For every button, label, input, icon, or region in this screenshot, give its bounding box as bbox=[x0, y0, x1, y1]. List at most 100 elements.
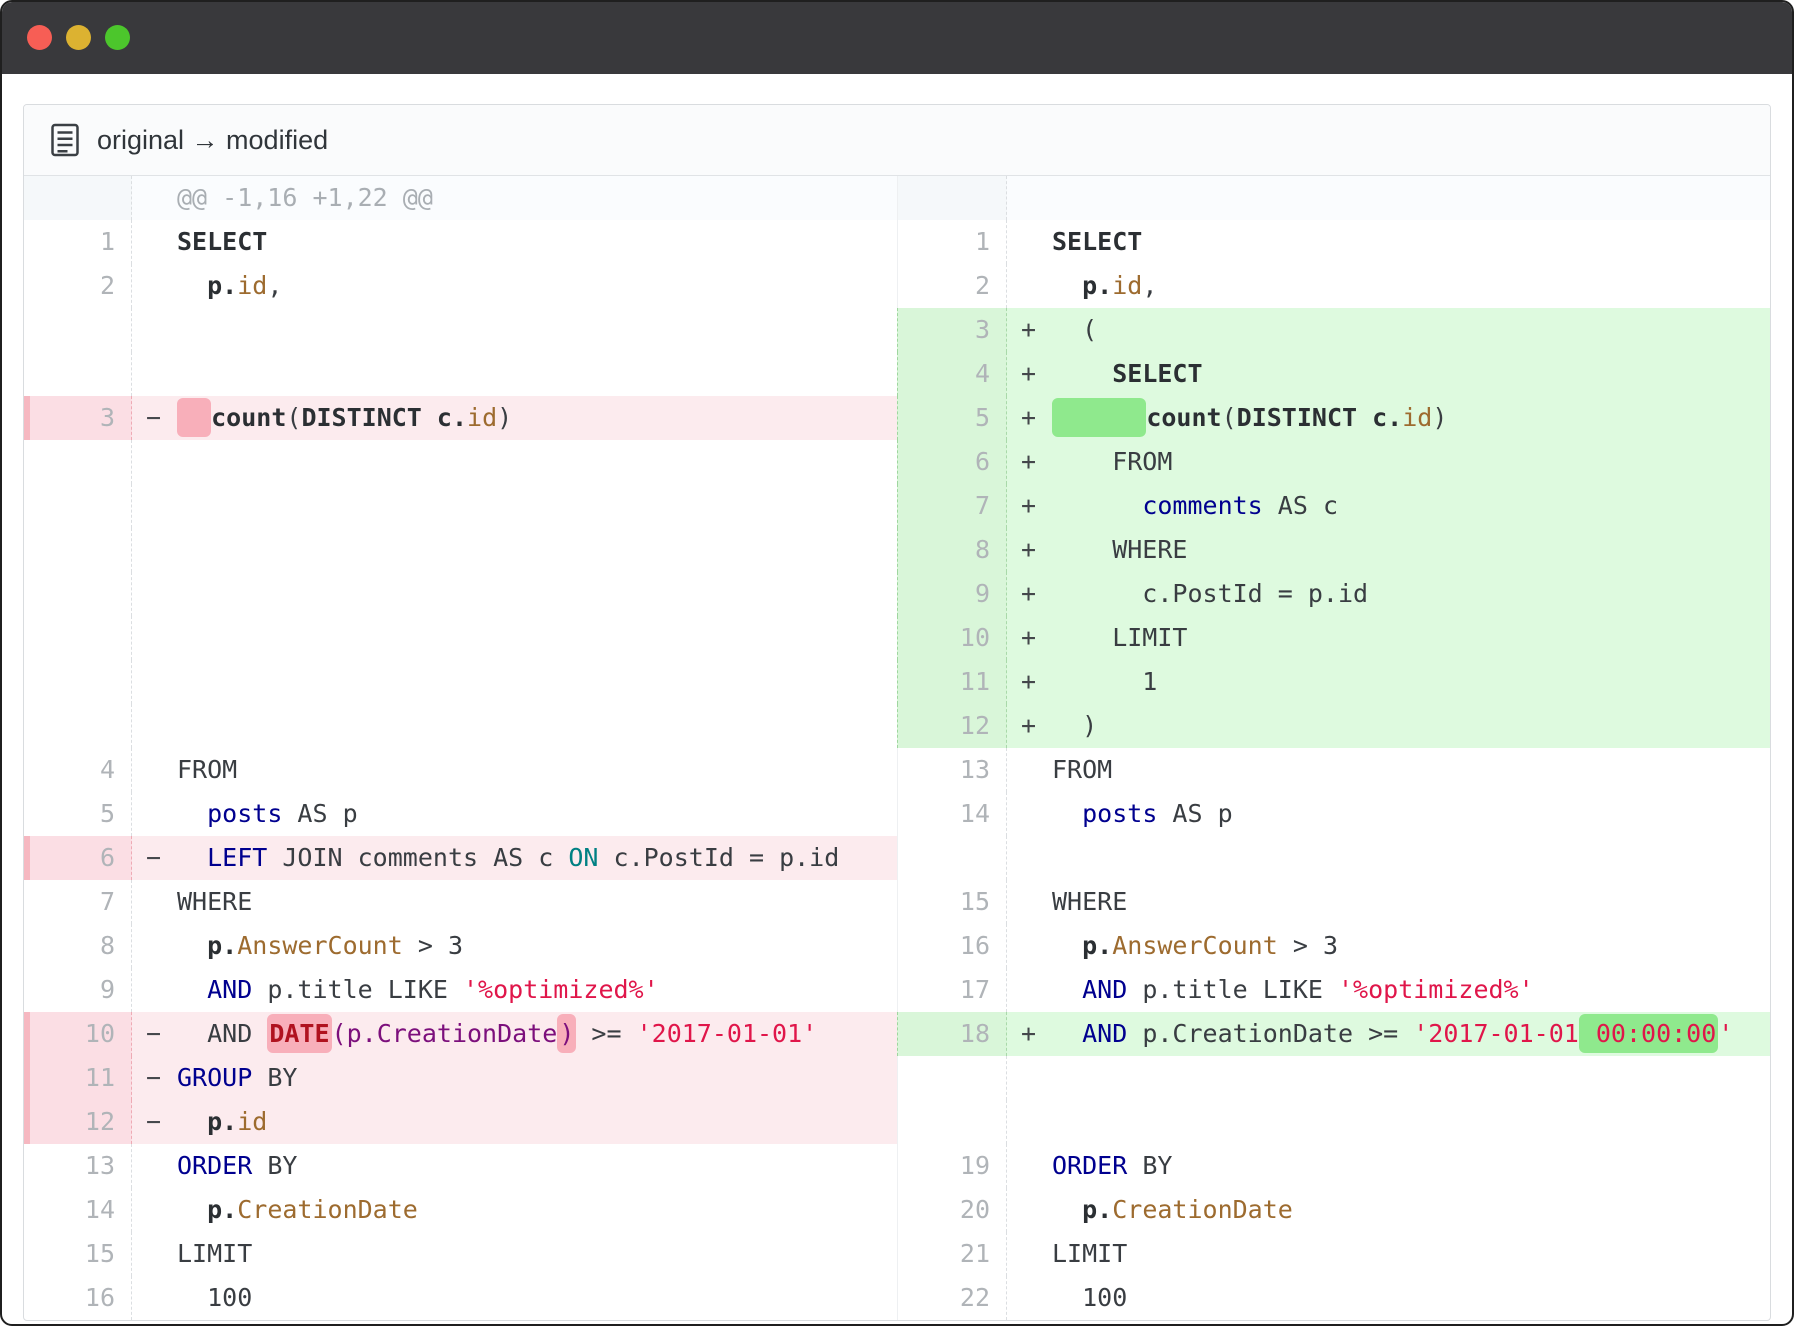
diff-row: 10− AND DATE(p.CreationDate) >= '2017-01… bbox=[24, 1012, 1770, 1056]
line-code-left bbox=[132, 704, 897, 748]
code-token: AND bbox=[207, 975, 252, 1004]
code-token bbox=[177, 271, 207, 300]
code-token: id bbox=[237, 271, 267, 300]
line-number-right: 18 bbox=[897, 1012, 1007, 1056]
line-number-right: 20 bbox=[897, 1188, 1007, 1232]
line-code-right: + c.PostId = p.id bbox=[1007, 572, 1770, 616]
code-token: 100 bbox=[1052, 1283, 1127, 1312]
code-token: ( bbox=[1222, 403, 1237, 432]
diff-file-title: original → modified bbox=[97, 125, 328, 156]
code-token: WHERE bbox=[1052, 535, 1187, 564]
line-number-right: 4 bbox=[897, 352, 1007, 396]
code-token: ) bbox=[1432, 403, 1447, 432]
code-token: p. bbox=[1082, 931, 1112, 960]
line-number-right: 8 bbox=[897, 528, 1007, 572]
line-code-left: WHERE bbox=[132, 880, 897, 924]
inline-change-highlight bbox=[177, 398, 211, 437]
code-token: LIMIT bbox=[177, 1239, 252, 1268]
line-code-right: AND p.title LIKE '%optimized%' bbox=[1007, 968, 1770, 1012]
code-token: AND bbox=[1082, 975, 1127, 1004]
code-token: id bbox=[1112, 271, 1142, 300]
line-code-left: p.CreationDate bbox=[132, 1188, 897, 1232]
code-token bbox=[1052, 975, 1082, 1004]
line-number-right: 1 bbox=[897, 220, 1007, 264]
code-token: count bbox=[211, 403, 286, 432]
code-token: BY bbox=[1127, 1151, 1172, 1180]
deleted-line-marker: − bbox=[146, 1056, 161, 1100]
line-number-left bbox=[24, 704, 132, 748]
added-line-marker: + bbox=[1021, 396, 1036, 440]
line-code-right: FROM bbox=[1007, 748, 1770, 792]
diff-row: 9 AND p.title LIKE '%optimized%'17 AND p… bbox=[24, 968, 1770, 1012]
code-token: ( bbox=[286, 403, 301, 432]
added-line-marker: + bbox=[1021, 528, 1036, 572]
inline-change-highlight: 00:00:00 bbox=[1579, 1014, 1718, 1053]
line-number-right: 14 bbox=[897, 792, 1007, 836]
code-token: AnswerCount bbox=[237, 931, 403, 960]
hunk-gutter-right bbox=[897, 176, 1007, 220]
line-number-left: 5 bbox=[24, 792, 132, 836]
code-token: SELECT bbox=[177, 227, 267, 256]
code-token: id bbox=[467, 403, 497, 432]
added-line-marker: + bbox=[1021, 616, 1036, 660]
line-number-right: 13 bbox=[897, 748, 1007, 792]
line-code-right bbox=[1007, 836, 1770, 880]
line-number-left: 14 bbox=[24, 1188, 132, 1232]
line-code-left: − count(DISTINCT c.id) bbox=[132, 396, 897, 440]
line-number-right: 17 bbox=[897, 968, 1007, 1012]
diff-row: 4+ SELECT bbox=[24, 352, 1770, 396]
code-token: '%optimized%' bbox=[463, 975, 659, 1004]
code-token bbox=[177, 799, 207, 828]
diff-row: 13ORDER BY19ORDER BY bbox=[24, 1144, 1770, 1188]
code-token: GROUP bbox=[177, 1063, 252, 1092]
line-code-left bbox=[132, 660, 897, 704]
diff-file-header: original → modified bbox=[24, 105, 1770, 176]
line-code-right: + FROM bbox=[1007, 440, 1770, 484]
code-token: DISTINCT bbox=[301, 403, 421, 432]
line-code-left: p.AnswerCount > 3 bbox=[132, 924, 897, 968]
line-code-left bbox=[132, 308, 897, 352]
zoom-button[interactable] bbox=[105, 25, 130, 50]
code-token: > 3 bbox=[403, 931, 463, 960]
line-code-right: + AND p.CreationDate >= '2017-01-01 00:0… bbox=[1007, 1012, 1770, 1056]
line-code-left: FROM bbox=[132, 748, 897, 792]
diff-row: 7+ comments AS c bbox=[24, 484, 1770, 528]
deleted-line-marker: − bbox=[146, 396, 161, 440]
code-token: p. bbox=[207, 1195, 237, 1224]
code-token: LEFT bbox=[207, 843, 267, 872]
diff-row: 15 LIMIT 21 LIMIT bbox=[24, 1232, 1770, 1276]
code-token: LIMIT bbox=[1052, 1239, 1127, 1268]
diff-row: 7WHERE15WHERE bbox=[24, 880, 1770, 924]
line-code-right bbox=[1007, 1056, 1770, 1100]
hunk-header-row: @@ -1,16 +1,22 @@ bbox=[24, 176, 1770, 220]
code-token: p.CreationDate bbox=[347, 1019, 558, 1048]
close-button[interactable] bbox=[27, 25, 52, 50]
diff-row: 5 posts AS p14 posts AS p bbox=[24, 792, 1770, 836]
line-number-right: 6 bbox=[897, 440, 1007, 484]
line-number-right: 2 bbox=[897, 264, 1007, 308]
code-token bbox=[177, 1195, 207, 1224]
code-token: ORDER bbox=[177, 1151, 252, 1180]
code-token bbox=[177, 1107, 207, 1136]
line-number-left: 1 bbox=[24, 220, 132, 264]
inline-change-highlight bbox=[1052, 398, 1146, 437]
diff-row: 12+ ) bbox=[24, 704, 1770, 748]
line-number-right: 21 bbox=[897, 1232, 1007, 1276]
code-token: AS p bbox=[1157, 799, 1232, 828]
line-number-left: 15 bbox=[24, 1232, 132, 1276]
code-token: '2017-01-01 bbox=[1413, 1019, 1579, 1048]
window-titlebar bbox=[2, 2, 1792, 74]
line-number-left: 9 bbox=[24, 968, 132, 1012]
line-number-right: 11 bbox=[897, 660, 1007, 704]
diff-row: 10+ LIMIT bbox=[24, 616, 1770, 660]
line-code-right: SELECT bbox=[1007, 220, 1770, 264]
code-token: ORDER bbox=[1052, 1151, 1127, 1180]
code-token bbox=[1052, 799, 1082, 828]
code-token: c.PostId = p.id bbox=[1052, 579, 1368, 608]
line-number-left: 13 bbox=[24, 1144, 132, 1188]
line-number-left: 4 bbox=[24, 748, 132, 792]
minimize-button[interactable] bbox=[66, 25, 91, 50]
diff-row: 8 p.AnswerCount > 316 p.AnswerCount > 3 bbox=[24, 924, 1770, 968]
inline-change-highlight: ) bbox=[557, 1014, 576, 1053]
line-code-left bbox=[132, 572, 897, 616]
